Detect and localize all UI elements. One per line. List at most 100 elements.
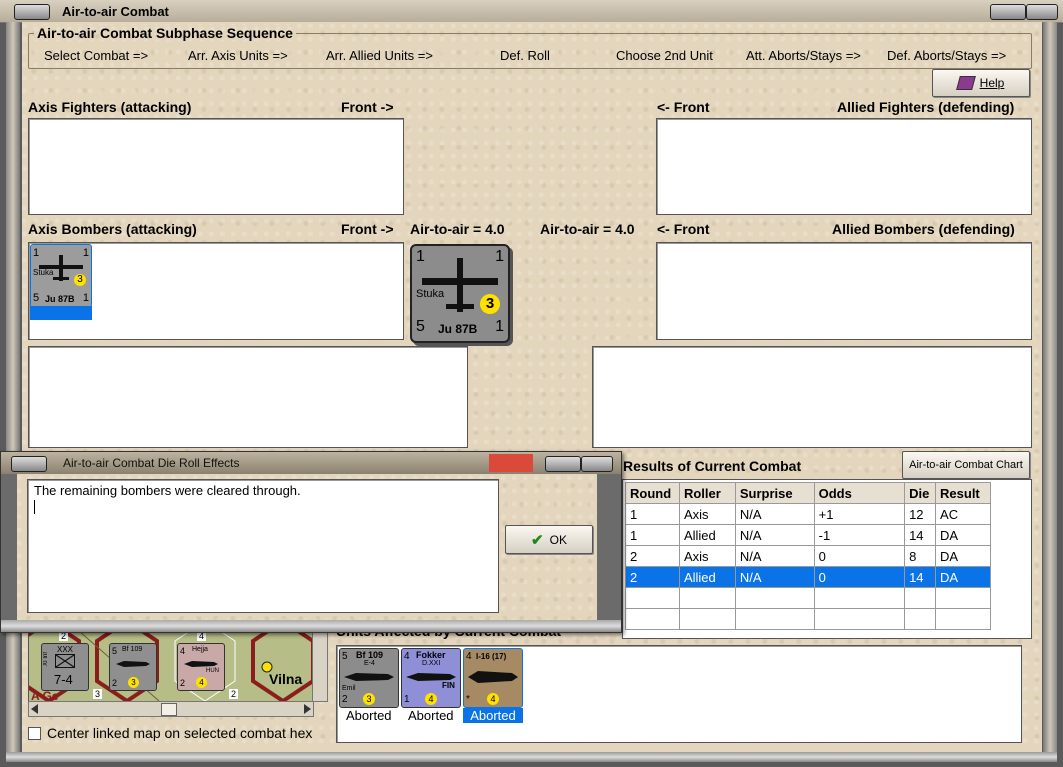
table-row[interactable]: 1 Axis N/A +1 12 AC [625,503,991,525]
map-corps-counter[interactable]: XXX XI Inf 7-4 [41,643,89,691]
affected-unit-fokker[interactable]: 4 Fokker D.XXI FIN 1 4 [401,648,461,708]
dialog-message: The remaining bombers were cleared throu… [34,483,301,498]
stuka-small-name: Stuka [33,268,54,277]
corps-label: XI Inf [43,652,49,667]
cell: -1 [813,524,906,546]
allied-bombers-front-label: <- Front [657,221,710,237]
cell: 1 [625,503,680,525]
map-bf109-circle: 3 [128,677,139,688]
affected-unit-i16[interactable]: 4 I-16 (17) * 4 [463,648,523,708]
ok-checkmark-icon: ✔ [531,531,544,549]
text-cursor [34,500,35,514]
allied-fighters-box[interactable] [656,118,1032,215]
scroll-thumb[interactable] [161,703,177,716]
stuka-large-counter[interactable]: 1 1 Stuka 3 5 Ju 87B 1 [410,244,510,343]
allied-bombers-box[interactable] [656,242,1032,340]
cell: +1 [813,503,906,525]
cell: 0 [813,545,906,567]
window-menu-button[interactable] [14,4,50,20]
dialog-maximize-button[interactable] [545,456,581,472]
map-city-label: Vilna [269,671,303,687]
aff0-extra: Emil [342,685,356,692]
window-title: Air-to-air Combat [62,4,169,19]
ok-button[interactable]: ✔ OK [505,525,593,554]
linked-map[interactable]: XXX XI Inf 7-4 5 Bf 109 2 3 4 Hejja HUN … [28,630,328,702]
col-round: Round [625,482,680,504]
seq-step-att-aborts: Att. Aborts/Stays => [746,48,861,63]
cell: 14 [904,566,937,588]
map-bf109-counter[interactable]: 5 Bf 109 2 3 [109,643,157,691]
map-vertical-scrollbar[interactable] [312,630,328,702]
seq-step-def-aborts: Def. Aborts/Stays => [887,48,1007,63]
map-hex-label: 2 [229,689,239,699]
map-hejja-name: Hejja [192,646,208,653]
cell: Axis [678,503,736,525]
aff2-name: I-16 (17) [476,652,507,661]
cell: 2 [625,545,680,567]
seq-step-arr-axis: Arr. Axis Units => [188,48,288,63]
map-bf109-left: 5 [112,646,118,656]
axis-fighters-box[interactable] [28,118,404,215]
aff2-plane-icon [468,671,518,683]
ok-label: OK [549,532,567,547]
results-header-row: Round Roller Surprise Odds Die Result [625,482,991,504]
axis-fighters-front-label: Front -> [341,99,394,115]
cell: Axis [678,545,736,567]
chart-button-label: Air-to-air Combat Chart [909,459,1023,471]
table-row-selected[interactable]: 2 Allied N/A 0 14 DA [625,566,991,588]
affected-unit-bf109[interactable]: 5 Bf 109 E-4 Emil 2 3 [339,648,399,708]
results-table: Round Roller Surprise Odds Die Result 1 … [625,482,991,630]
main-window: Air-to-air Combat Air-to-air Combat Subp… [0,0,1063,767]
map-hejja-bl: 2 [180,678,186,688]
stuka-small-type: Ju 87B [45,294,75,304]
help-button[interactable]: Help [932,69,1030,97]
table-row-empty [625,587,991,609]
table-row[interactable]: 2 Axis N/A 0 8 DA [625,545,991,567]
table-row[interactable]: 1 Allied N/A -1 14 DA [625,524,991,546]
scroll-left-arrow-icon[interactable] [31,704,38,714]
cell: N/A [734,524,815,546]
allied-fighters-label: Allied Fighters (defending) [837,99,1015,115]
aff1-extra: FIN [442,681,455,690]
stuka-small-br: 1 [82,292,89,304]
cell: DA [935,524,991,546]
aff1-tl: 4 [404,651,410,662]
center-map-checkbox[interactable] [28,727,41,740]
map-hejja-left: 4 [180,646,186,656]
map-hejja-counter[interactable]: 4 Hejja HUN 2 4 [177,643,225,691]
col-die: Die [904,482,937,504]
map-horizontal-scrollbar[interactable] [28,701,314,717]
col-roller: Roller [678,482,736,504]
corps-size: XXX [57,645,74,654]
seq-step-choose-2nd: Choose 2nd Unit [616,48,713,63]
col-result: Result [935,482,991,504]
cell: 8 [904,545,937,567]
dialog-flag-icon [489,454,533,472]
stuka-small-bl: 5 [33,292,40,304]
window-maximize-button[interactable] [990,4,1026,20]
dialog-message-box[interactable]: The remaining bombers were cleared throu… [27,479,499,613]
allied-fighters-front-label: <- Front [657,99,710,115]
map-hejja-nation: HUN [206,668,219,674]
scroll-right-arrow-icon[interactable] [304,704,311,714]
left-frame [6,22,20,752]
cell: Allied [678,524,736,546]
aff1-sub: D.XXI [422,660,441,667]
center-map-checkbox-label: Center linked map on selected combat hex [47,725,313,741]
cell: 12 [904,503,937,525]
dialog-close-button[interactable] [581,456,613,472]
aff0-circle: 3 [363,693,375,705]
help-book-icon [955,76,976,90]
col-odds: Odds [813,482,906,504]
allied-lower-box[interactable] [592,346,1032,448]
air-to-air-chart-button[interactable]: Air-to-air Combat Chart [902,451,1030,479]
cell: 2 [625,566,680,588]
axis-lower-box[interactable] [28,346,468,448]
window-close-button[interactable] [1026,4,1058,20]
aff2-status-selected: Aborted [463,708,523,723]
dialog-menu-button[interactable] [11,456,47,472]
die-roll-dialog: Air-to-air Combat Die Roll Effects The r… [0,451,622,633]
stuka-unit-counter[interactable]: 1 1 Stuka 3 5 Ju 87B 1 [30,244,92,308]
bottom-frame [6,752,1057,762]
seq-step-def-roll: Def. Roll [500,48,550,63]
